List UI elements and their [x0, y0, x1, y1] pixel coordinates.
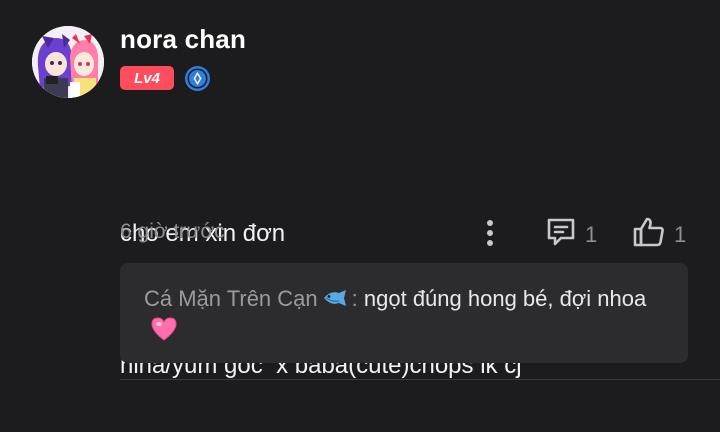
- comment-bubble-icon: [545, 216, 577, 253]
- heart-icon: [150, 316, 178, 351]
- reply-preview-text: Cá Mặn Trên Cạn: ngọt đúng hong bé, đợi …: [144, 283, 648, 351]
- comment-timestamp: 6 giờ trước: [120, 220, 225, 243]
- reply-button[interactable]: 1: [545, 216, 597, 253]
- like-button[interactable]: 1: [632, 216, 686, 253]
- like-count: 1: [674, 221, 687, 247]
- avatar[interactable]: [32, 26, 104, 98]
- reply-preview[interactable]: Cá Mặn Trên Cạn: ngọt đúng hong bé, đợi …: [120, 263, 688, 363]
- reply-count: 1: [585, 221, 598, 247]
- reply-message: ngọt đúng hong bé, đợi nhoa: [363, 286, 647, 311]
- username[interactable]: nora chan: [120, 24, 246, 55]
- level-badge: Lv4: [120, 66, 174, 90]
- avatar-image: [32, 26, 104, 98]
- reply-separator: :: [351, 286, 358, 311]
- rank-diamond-icon: [184, 65, 211, 92]
- thumbs-up-icon: [632, 216, 666, 253]
- reply-author[interactable]: Cá Mặn Trên Cạn: [144, 286, 318, 311]
- more-options-icon[interactable]: [478, 218, 502, 248]
- divider: [120, 379, 720, 380]
- fish-icon: [322, 284, 348, 316]
